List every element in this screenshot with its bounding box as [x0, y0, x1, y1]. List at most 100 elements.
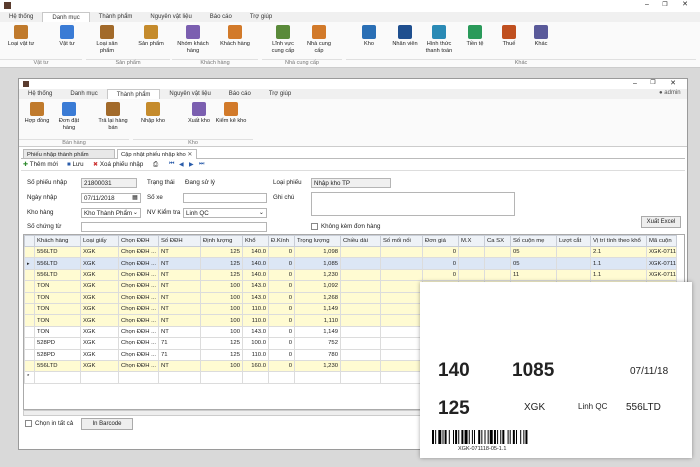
table-cell[interactable]: XGK: [80, 337, 119, 350]
column-header[interactable]: Loại giấy: [80, 235, 119, 247]
table-cell[interactable]: NT: [158, 302, 201, 316]
table-cell[interactable]: TON: [34, 314, 81, 327]
table-cell[interactable]: TON: [34, 325, 81, 339]
table-cell[interactable]: [380, 268, 423, 282]
inner-ribbon-button-4[interactable]: Xuất kho: [183, 102, 215, 125]
print-icon[interactable]: ⎙: [153, 161, 158, 169]
table-cell[interactable]: 05: [510, 257, 557, 270]
table-cell[interactable]: [158, 371, 201, 384]
table-cell[interactable]: NT: [158, 268, 201, 282]
table-cell[interactable]: 110.0: [242, 348, 269, 361]
table-cell[interactable]: 140.0: [242, 245, 269, 259]
table-cell[interactable]: [340, 245, 381, 259]
table-cell[interactable]: 0: [422, 245, 459, 259]
row-indicator[interactable]: [24, 348, 35, 361]
table-cell[interactable]: XGK: [80, 268, 119, 282]
calendar-icon[interactable]: ▦: [132, 194, 138, 201]
table-cell[interactable]: NT: [158, 325, 201, 339]
column-header[interactable]: Chọn ĐĐH: [118, 235, 159, 247]
table-cell[interactable]: XGK: [80, 325, 119, 339]
outer-ribbon-button-5[interactable]: Khách hàng: [218, 25, 252, 48]
table-cell[interactable]: 1.1: [590, 268, 647, 282]
outer-tab-5[interactable]: Trợ giúp: [241, 12, 281, 22]
inner-tab-3[interactable]: Nguyên vật liệu: [160, 89, 219, 99]
table-cell[interactable]: XGK: [80, 257, 119, 270]
column-header[interactable]: M.X: [458, 235, 485, 247]
minimize-button[interactable]: –: [640, 0, 654, 11]
table-cell[interactable]: 100: [200, 359, 243, 373]
table-cell[interactable]: Chọn ĐĐH ...: [118, 245, 159, 259]
first-record-icon[interactable]: ⏮: [169, 161, 174, 168]
table-cell[interactable]: [340, 359, 381, 373]
row-indicator[interactable]: ▸: [24, 257, 35, 270]
table-cell[interactable]: 556LTD: [34, 245, 81, 259]
outer-ribbon-button-10[interactable]: Hình thức thanh toán: [422, 25, 456, 54]
row-indicator[interactable]: [24, 245, 35, 259]
table-cell[interactable]: 1,110: [294, 314, 341, 327]
chon-in-checkbox[interactable]: [25, 420, 32, 427]
table-cell[interactable]: 125: [200, 348, 243, 361]
table-cell[interactable]: [80, 371, 119, 384]
nv-kiem-tra-select[interactable]: Linh QC ⌄: [183, 208, 267, 218]
table-cell[interactable]: TON: [34, 291, 81, 304]
outer-tab-3[interactable]: Nguyên vật liệu: [141, 12, 200, 22]
column-header[interactable]: Vị trí tính theo khổ: [590, 235, 647, 247]
table-cell[interactable]: [458, 268, 485, 282]
table-cell[interactable]: 780: [294, 348, 341, 361]
outer-tab-0[interactable]: Hệ thống: [0, 12, 42, 22]
table-cell[interactable]: [340, 268, 381, 282]
table-cell[interactable]: [118, 371, 159, 384]
column-header[interactable]: Lượt cắt: [556, 235, 591, 247]
outer-ribbon-button-7[interactable]: Nhà cung cấp: [302, 25, 336, 54]
table-cell[interactable]: [380, 371, 423, 384]
table-cell[interactable]: 1,230: [294, 268, 341, 282]
table-cell[interactable]: NT: [158, 359, 201, 373]
table-cell[interactable]: 125: [200, 268, 243, 282]
table-cell[interactable]: [200, 371, 243, 384]
ngay-nhap-field[interactable]: 07/11/2018 ▦: [81, 193, 141, 203]
row-indicator[interactable]: [24, 325, 35, 339]
row-indicator[interactable]: [24, 280, 35, 293]
outer-ribbon-button-9[interactable]: Nhân viên: [388, 25, 422, 48]
table-cell[interactable]: [380, 291, 423, 304]
table-cell[interactable]: [556, 257, 591, 270]
table-cell[interactable]: 0: [268, 302, 295, 316]
column-header[interactable]: Khách hàng: [34, 235, 81, 247]
table-cell[interactable]: 0: [268, 245, 295, 259]
column-header[interactable]: Số mối nối: [380, 235, 423, 247]
inner-ribbon-button-3[interactable]: Nhập kho: [137, 102, 169, 125]
so-phieu-nhap-field[interactable]: 21800031: [81, 178, 137, 188]
table-cell[interactable]: 100: [200, 291, 243, 304]
table-cell[interactable]: 0: [422, 257, 459, 270]
inner-tab-5[interactable]: Trợ giúp: [260, 89, 300, 99]
table-cell[interactable]: XGK-0711: [646, 257, 677, 270]
next-record-icon[interactable]: ▶: [189, 161, 194, 168]
table-cell[interactable]: 1,085: [294, 257, 341, 270]
table-cell[interactable]: [340, 280, 381, 293]
table-cell[interactable]: [34, 371, 81, 384]
table-cell[interactable]: Chọn ĐĐH ...: [118, 314, 159, 327]
outer-ribbon-button-4[interactable]: Nhóm khách hàng: [176, 25, 210, 54]
column-header[interactable]: Định lượng: [200, 235, 243, 247]
table-cell[interactable]: [340, 302, 381, 316]
restore-button[interactable]: ❐: [658, 0, 672, 11]
table-cell[interactable]: [556, 268, 591, 282]
inner-ribbon-button-5[interactable]: Kiểm kê kho: [215, 102, 247, 125]
column-header[interactable]: Trọng lượng: [294, 235, 341, 247]
table-cell[interactable]: 1,092: [294, 280, 341, 293]
table-cell[interactable]: [380, 245, 423, 259]
table-cell[interactable]: 160.0: [242, 359, 269, 373]
doc-tab-receipt-list[interactable]: Phiếu nhập thành phẩm: [23, 149, 115, 159]
inner-tab-0[interactable]: Hệ thống: [19, 89, 61, 99]
table-cell[interactable]: XGK: [80, 359, 119, 373]
row-indicator[interactable]: [24, 359, 35, 373]
outer-ribbon-button-13[interactable]: Khác: [524, 25, 558, 48]
table-cell[interactable]: [340, 257, 381, 270]
table-cell[interactable]: [242, 371, 269, 384]
table-cell[interactable]: Chọn ĐĐH ...: [118, 359, 159, 373]
table-cell[interactable]: 0: [268, 257, 295, 270]
table-cell[interactable]: Chọn ĐĐH ...: [118, 302, 159, 316]
outer-ribbon-button-12[interactable]: Thuế: [492, 25, 526, 48]
outer-ribbon-button-8[interactable]: Kho: [352, 25, 386, 48]
column-header[interactable]: Chiều dài: [340, 235, 381, 247]
